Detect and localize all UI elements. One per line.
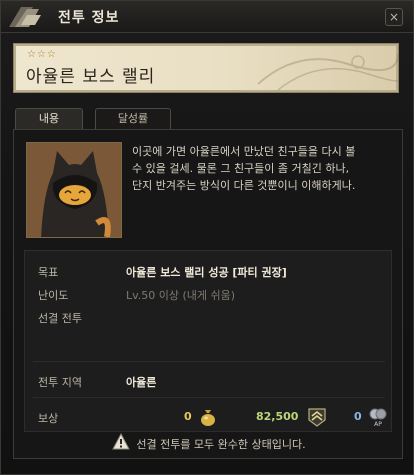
quest-title-banner: ☆☆☆ 아율른 보스 랠리 bbox=[13, 43, 399, 93]
notice-text: 선결 전투를 모두 완수한 상태입니다. bbox=[136, 438, 306, 451]
npc-portrait bbox=[26, 142, 122, 238]
title-bar[interactable]: 전투 정보 × bbox=[1, 1, 413, 33]
region-label: 전투 지역 bbox=[38, 376, 82, 389]
gold-amount: 0 bbox=[184, 410, 192, 423]
tab-content[interactable]: 내용 bbox=[15, 108, 83, 130]
region-value: 아율른 bbox=[126, 376, 157, 389]
divider bbox=[33, 397, 385, 398]
difficulty-stars: ☆☆☆ bbox=[27, 49, 57, 60]
divider bbox=[33, 361, 385, 362]
quest-description: 이곳에 가면 아율른에서 만났던 친구들을 다시 볼 수 있을 걸세. 물론 그… bbox=[132, 143, 394, 194]
quest-info-box: 목표 아율른 보스 랠리 성공 [파티 권장] 난이도 Lv.50 이상 (내게… bbox=[24, 250, 392, 432]
ap-amount: 0 bbox=[354, 410, 362, 423]
description-line: 단지 반겨주는 방식이 다른 것뿐이니 이해하게나. bbox=[132, 179, 356, 192]
content-panel: 이곳에 가면 아율른에서 만났던 친구들을 다시 볼 수 있을 걸세. 물론 그… bbox=[13, 129, 403, 459]
completion-notice: 선결 전투를 모두 완수한 상태입니다. bbox=[14, 433, 404, 452]
ap-token-label: AP bbox=[374, 421, 382, 428]
difficulty-value: Lv.50 이상 (내게 쉬움) bbox=[126, 289, 236, 302]
gold-pouch-icon[interactable] bbox=[197, 406, 219, 428]
hooded-cat-npc-icon bbox=[27, 143, 121, 237]
reward-row: 보상 0 82,500 0 AP bbox=[25, 406, 393, 430]
reward-label: 보상 bbox=[38, 412, 59, 425]
tab-achievement[interactable]: 달성률 bbox=[95, 108, 171, 130]
close-button[interactable]: × bbox=[385, 8, 403, 26]
prerequisite-label: 선결 전투 bbox=[38, 312, 82, 325]
exp-badge-icon[interactable] bbox=[306, 406, 328, 428]
banner-ornament-icon bbox=[257, 53, 398, 91]
warning-icon bbox=[112, 433, 131, 450]
exp-amount: 82,500 bbox=[256, 410, 299, 423]
description-line: 수 있을 걸세. 물론 그 친구들이 좀 거칠긴 하나, bbox=[132, 162, 350, 175]
description-line: 이곳에 가면 아율른에서 만났던 친구들을 다시 볼 bbox=[132, 145, 356, 158]
goal-value: 아율른 보스 랠리 성공 [파티 권장] bbox=[126, 266, 287, 279]
goal-label: 목표 bbox=[38, 266, 59, 279]
quest-title: 아율른 보스 랠리 bbox=[26, 67, 156, 87]
difficulty-label: 난이도 bbox=[38, 289, 69, 302]
ap-token-icon[interactable]: AP bbox=[367, 406, 389, 428]
quest-emblem-icon bbox=[9, 7, 41, 27]
window-title: 전투 정보 bbox=[58, 10, 120, 26]
battle-info-window: 전투 정보 × ☆☆☆ 아율른 보스 랠리 내용 달성률 이곳에 가면 아율른에… bbox=[0, 0, 414, 475]
